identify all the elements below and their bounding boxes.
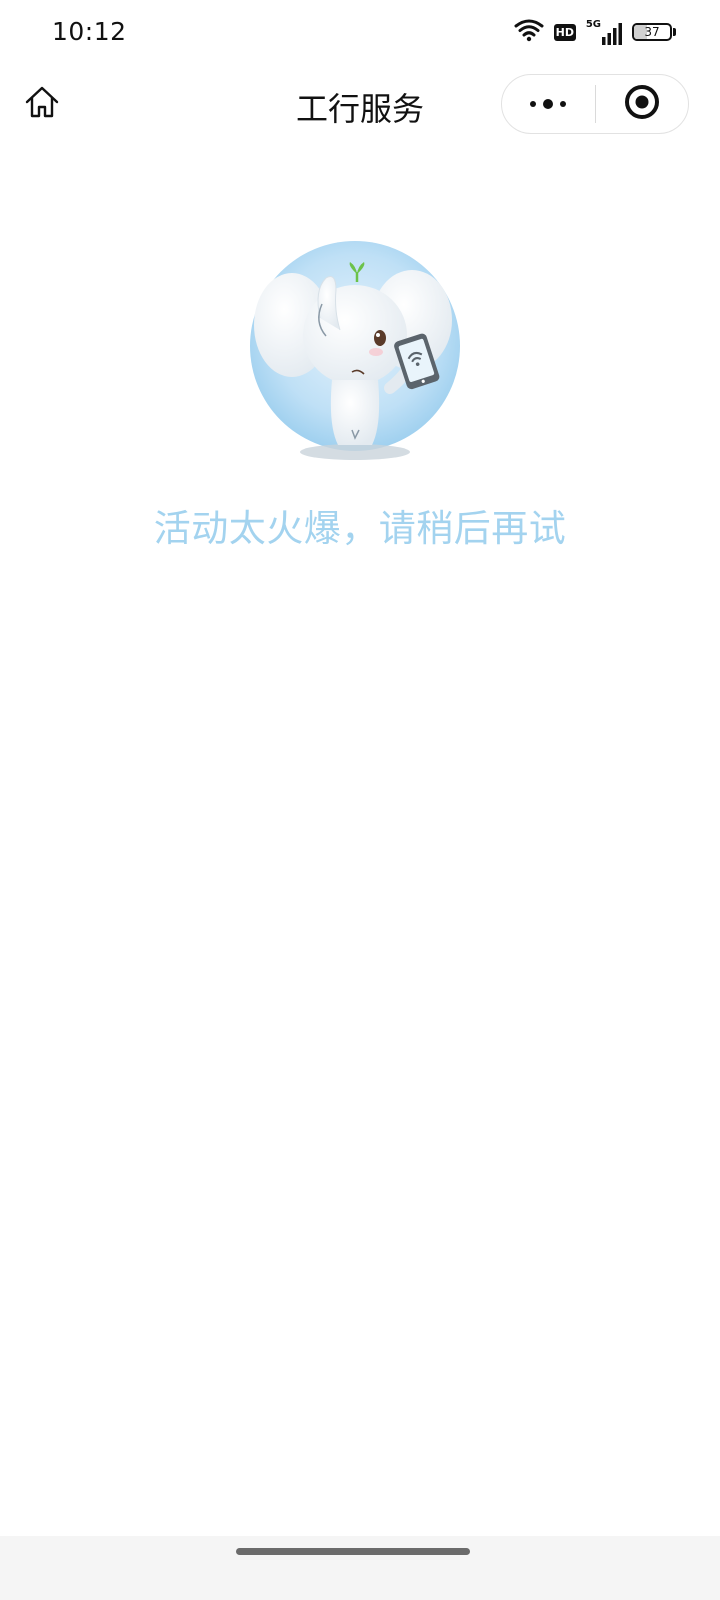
battery-group: 37 <box>632 23 676 41</box>
more-dots-icon <box>528 95 568 114</box>
status-time: 10:12 <box>52 17 127 46</box>
network-type-label: 5G <box>585 19 601 30</box>
status-icons: HD 5G 37 <box>514 18 676 46</box>
nav-bar: 工行服务 <box>0 64 720 148</box>
hd-badge: HD <box>553 23 576 41</box>
signal-5g-icon: 5G <box>586 19 622 45</box>
gesture-area <box>0 1536 720 1600</box>
close-mini-program-button[interactable] <box>596 75 689 133</box>
battery-icon: 37 <box>632 23 672 41</box>
mini-program-capsule <box>501 74 689 134</box>
battery-level: 37 <box>644 25 660 39</box>
busy-message: 活动太火爆，请稍后再试 <box>153 507 567 550</box>
target-close-icon <box>623 83 661 125</box>
battery-cap <box>673 28 676 36</box>
elephant-mascot-phone-icon <box>240 240 466 466</box>
gesture-handle[interactable] <box>236 1548 470 1555</box>
more-button[interactable] <box>502 75 595 133</box>
wifi-icon <box>514 18 544 46</box>
status-bar: 10:12 HD 5G 37 <box>0 0 720 64</box>
